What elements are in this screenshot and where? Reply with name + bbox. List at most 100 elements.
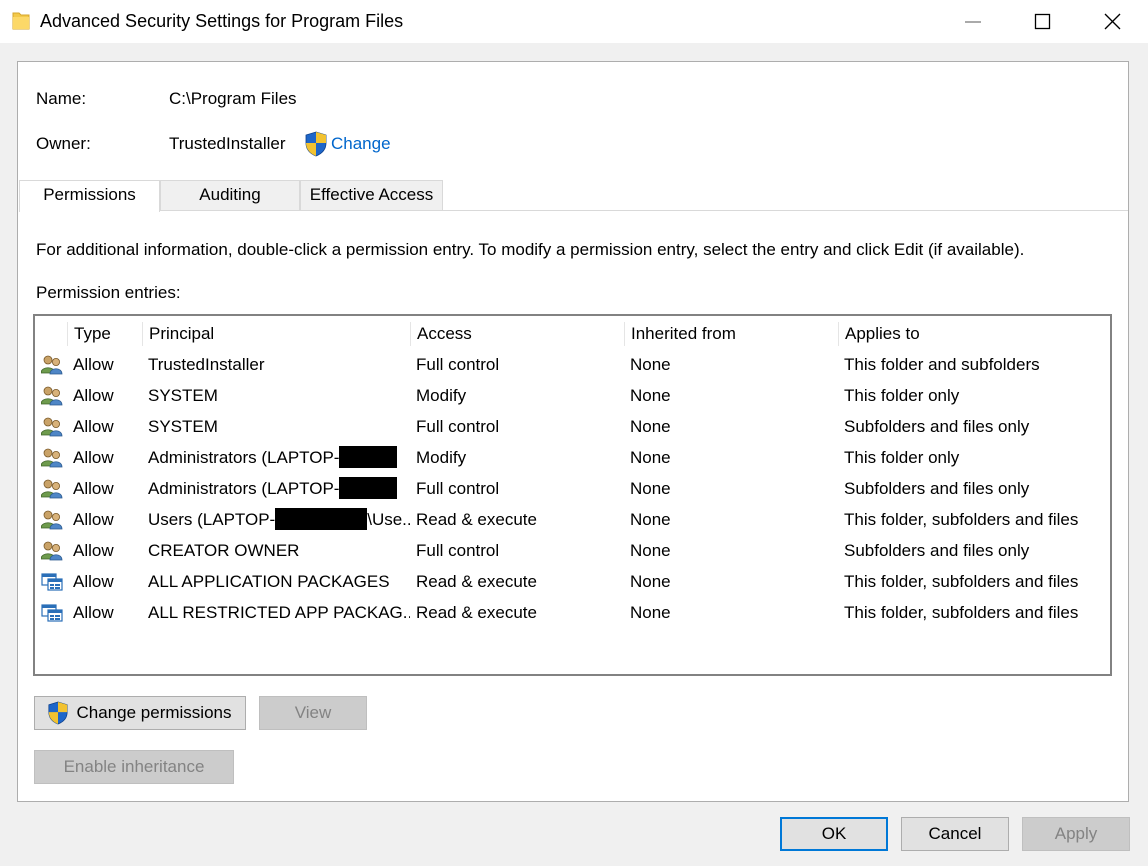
entry-principal-text: SYSTEM	[148, 417, 218, 436]
close-button[interactable]	[1078, 0, 1148, 43]
users-icon	[40, 448, 63, 468]
column-principal[interactable]: Principal	[142, 322, 410, 346]
entry-access: Read & execute	[416, 572, 537, 591]
permission-entry-row[interactable]: Allow Administrators (LAPTOP- Modify None Th…	[35, 442, 1110, 473]
entry-principal-text: ALL APPLICATION PACKAGES	[148, 572, 390, 591]
entry-principal: SYSTEM	[148, 380, 410, 411]
entry-access: Read & execute	[416, 510, 537, 529]
tab-divider	[160, 210, 1128, 211]
permission-entry-row[interactable]: Allow Administrators (LAPTOP- Full control…	[35, 473, 1110, 504]
enable-inheritance-button[interactable]: Enable inheritance	[34, 750, 234, 784]
permission-entries-label: Permission entries:	[36, 283, 181, 302]
entry-principal: Administrators (LAPTOP-	[148, 473, 410, 504]
permission-entries-list[interactable]: Type Principal Access Inherited from App…	[33, 314, 1112, 676]
entry-applies-to: This folder, subfolders and files	[844, 510, 1079, 529]
entry-inherited-from: None	[630, 572, 671, 591]
apply-button[interactable]: Apply	[1022, 817, 1130, 851]
entry-access: Read & execute	[416, 603, 537, 622]
users-icon	[40, 510, 63, 530]
entry-applies-to: This folder only	[844, 448, 960, 467]
users-icon	[40, 417, 63, 437]
entry-inherited-from: None	[630, 541, 671, 560]
entry-inherited-from: None	[630, 479, 671, 498]
owner-label: Owner:	[36, 134, 91, 153]
column-access[interactable]: Access	[410, 322, 624, 346]
entry-applies-to: This folder and subfolders	[844, 355, 1040, 374]
uac-shield-icon	[47, 701, 69, 736]
entry-inherited-from: None	[630, 417, 671, 436]
permission-entry-row[interactable]: Allow TrustedInstaller Full control None Thi…	[35, 349, 1110, 380]
name-label: Name:	[36, 89, 87, 108]
change-owner-link[interactable]: Change	[331, 134, 391, 154]
entry-inherited-from: None	[630, 448, 671, 467]
entry-principal: Administrators (LAPTOP-	[148, 442, 410, 473]
entry-applies-to: This folder, subfolders and files	[844, 572, 1079, 591]
entry-applies-to: Subfolders and files only	[844, 417, 1030, 436]
minimize-button[interactable]	[938, 0, 1008, 43]
permission-entry-row[interactable]: Allow SYSTEM Modify None This folder only	[35, 380, 1110, 411]
users-icon	[40, 541, 63, 561]
permission-entry-row[interactable]: Allow ALL RESTRICTED APP PACKAG... Read & …	[35, 597, 1110, 628]
change-permissions-button[interactable]: Change permissions	[34, 696, 246, 730]
entry-principal: ALL APPLICATION PACKAGES	[148, 566, 410, 597]
entry-applies-to: Subfolders and files only	[844, 479, 1030, 498]
owner-value: TrustedInstaller	[169, 134, 286, 153]
entry-applies-to: This folder, subfolders and files	[844, 603, 1079, 622]
name-value: C:\Program Files	[169, 89, 297, 108]
entry-type: Allow	[73, 386, 114, 405]
entry-principal-text: CREATOR OWNER	[148, 541, 300, 560]
column-inherited-from[interactable]: Inherited from	[624, 322, 838, 346]
entry-type: Allow	[73, 572, 114, 591]
users-icon	[40, 355, 63, 375]
view-button[interactable]: View	[259, 696, 367, 730]
entry-type: Allow	[73, 417, 114, 436]
column-type[interactable]: Type	[67, 322, 142, 346]
entry-inherited-from: None	[630, 510, 671, 529]
entry-principal-text: SYSTEM	[148, 386, 218, 405]
entry-principal: SYSTEM	[148, 411, 410, 442]
entry-principal-text: Administrators (LAPTOP-	[148, 479, 340, 498]
entry-type: Allow	[73, 479, 114, 498]
entry-type: Allow	[73, 510, 114, 529]
window-title: Advanced Security Settings for Program F…	[40, 11, 404, 31]
entry-principal: Users (LAPTOP- \Use...	[148, 504, 410, 535]
tab-permissions[interactable]: Permissions	[19, 180, 160, 212]
entry-principal-text: ALL RESTRICTED APP PACKAG...	[148, 603, 410, 622]
entry-inherited-from: None	[630, 386, 671, 405]
cancel-button[interactable]: Cancel	[901, 817, 1009, 851]
maximize-icon	[1034, 13, 1051, 30]
entry-applies-to: This folder only	[844, 386, 960, 405]
tab-effective-access[interactable]: Effective Access	[300, 180, 443, 210]
entry-applies-to: Subfolders and files only	[844, 541, 1030, 560]
entry-type: Allow	[73, 448, 114, 467]
column-applies-to[interactable]: Applies to	[838, 322, 1108, 346]
permission-entry-row[interactable]: Allow CREATOR OWNER Full control None Subfol…	[35, 535, 1110, 566]
title-bar: Advanced Security Settings for Program F…	[0, 0, 1148, 43]
permission-entry-row[interactable]: Allow SYSTEM Full control None Subfolders an…	[35, 411, 1110, 442]
entry-principal: ALL RESTRICTED APP PACKAG...	[148, 597, 410, 628]
tab-auditing[interactable]: Auditing	[160, 180, 300, 210]
app-packages-icon	[41, 603, 63, 623]
app-packages-icon	[41, 572, 63, 592]
entry-access: Full control	[416, 417, 500, 436]
entry-principal-text: Administrators (LAPTOP-	[148, 448, 340, 467]
entry-type: Allow	[73, 541, 114, 560]
close-icon	[1104, 13, 1121, 30]
info-text: For additional information, double-click…	[36, 240, 1025, 259]
maximize-button[interactable]	[1008, 0, 1078, 43]
users-icon	[40, 479, 63, 499]
entry-principal-text: TrustedInstaller	[148, 355, 265, 374]
permission-entry-row[interactable]: Allow ALL APPLICATION PACKAGES Read & exec…	[35, 566, 1110, 597]
redaction-block	[275, 508, 368, 530]
entry-principal: TrustedInstaller	[148, 349, 410, 380]
entry-inherited-from: None	[630, 603, 671, 622]
entry-access: Modify	[416, 448, 467, 467]
folder-icon	[12, 11, 30, 36]
redaction-block	[339, 446, 398, 468]
entry-inherited-from: None	[630, 355, 671, 374]
entry-access: Full control	[416, 479, 500, 498]
entry-principal: CREATOR OWNER	[148, 535, 410, 566]
ok-button[interactable]: OK	[780, 817, 888, 851]
change-permissions-label: Change permissions	[76, 703, 232, 722]
permission-entry-row[interactable]: Allow Users (LAPTOP- \Use... Read & execute…	[35, 504, 1110, 535]
